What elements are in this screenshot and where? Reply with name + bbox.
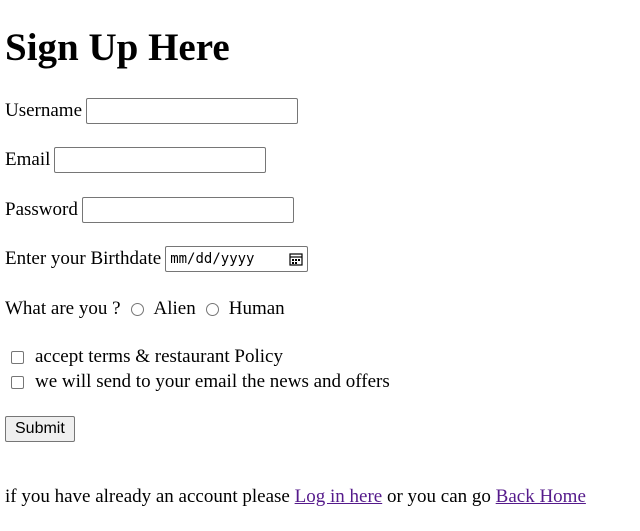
- news-label: we will send to your email the news and …: [35, 371, 390, 392]
- birthdate-input[interactable]: mm/dd/yyyy: [165, 246, 309, 272]
- footer: if you have already an account please Lo…: [5, 484, 586, 510]
- radio-alien[interactable]: [130, 302, 144, 316]
- radio-human-label: Human: [228, 298, 285, 319]
- news-row: we will send to your email the news and …: [5, 369, 390, 395]
- radio-human[interactable]: [205, 302, 219, 316]
- species-label: What are you ?: [5, 298, 121, 319]
- submit-button[interactable]: Submit: [5, 416, 75, 442]
- terms-row: accept terms & restaurant Policy: [5, 344, 283, 370]
- login-link[interactable]: Log in here: [295, 486, 383, 508]
- username-input[interactable]: [86, 98, 299, 124]
- species-row: What are you ? Alien Human: [5, 296, 285, 322]
- radio-alien-label: Alien: [153, 298, 196, 319]
- password-label: Password: [5, 199, 78, 220]
- birthdate-row: Enter your Birthdate mm/dd/yyyy: [5, 246, 309, 272]
- page-title: Sign Up Here: [5, 26, 230, 69]
- email-input[interactable]: [54, 147, 267, 173]
- footer-text-before: if you have already an account please: [5, 486, 290, 507]
- email-row: Email: [5, 147, 267, 173]
- birthdate-placeholder: mm/dd/yyyy: [170, 251, 255, 267]
- username-row: Username: [5, 98, 299, 124]
- terms-label: accept terms & restaurant Policy: [35, 346, 283, 367]
- terms-checkbox[interactable]: [11, 350, 24, 364]
- email-label: Email: [5, 149, 51, 170]
- back-home-link[interactable]: Back Home: [496, 486, 586, 508]
- username-label: Username: [5, 100, 83, 121]
- news-checkbox[interactable]: [11, 375, 24, 389]
- calendar-icon[interactable]: [289, 252, 303, 266]
- birthdate-label: Enter your Birthdate: [5, 248, 162, 269]
- footer-text-middle: or you can go: [386, 486, 491, 507]
- submit-row: Submit: [5, 416, 75, 442]
- password-row: Password: [5, 197, 294, 223]
- password-input[interactable]: [81, 197, 294, 223]
